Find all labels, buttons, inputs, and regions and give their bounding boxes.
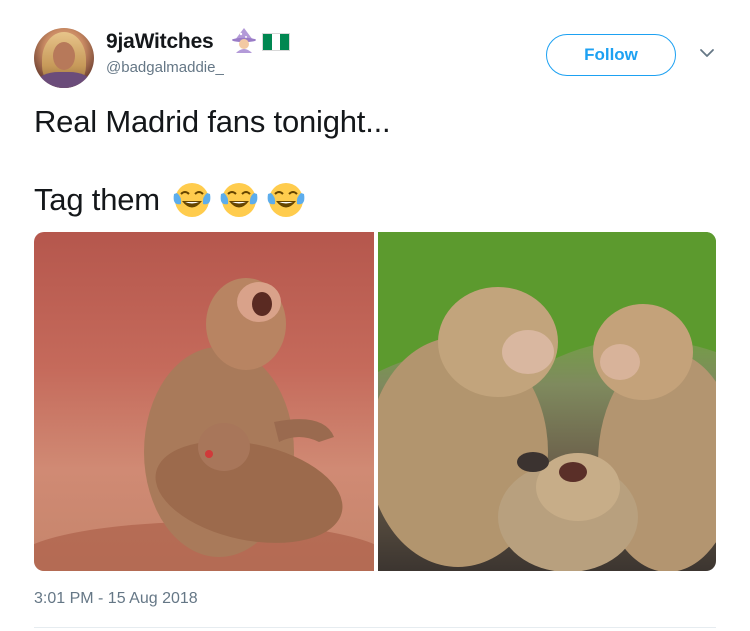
avatar[interactable]	[34, 28, 94, 88]
photo-monkeys-around-crying-monkey[interactable]	[378, 232, 716, 571]
monkey-illustration-right	[378, 232, 716, 571]
woman-mage-icon	[232, 28, 256, 53]
tweet-text-tag: Tag them	[34, 182, 160, 217]
face-with-tears-of-joy-icon	[267, 183, 305, 217]
nigeria-flag-icon	[262, 32, 290, 51]
tweet-text-line-1: Real Madrid fans tonight...	[34, 104, 391, 139]
tweet-text-line-2: Tag them	[34, 180, 306, 220]
face-with-tears-of-joy-icon	[220, 183, 258, 217]
emoji-row	[172, 180, 306, 220]
display-name[interactable]: 9jaWitches	[106, 30, 214, 54]
chevron-down-icon[interactable]	[699, 47, 715, 59]
photo-crying-monkey-holding-baby[interactable]	[34, 232, 374, 571]
divider	[34, 627, 716, 628]
monkey-illustration-left	[34, 278, 374, 571]
user-handle[interactable]: @badgalmaddie_	[106, 59, 224, 76]
media-grid	[34, 232, 716, 571]
name-badges	[230, 27, 290, 53]
follow-button[interactable]: Follow	[546, 34, 676, 76]
face-with-tears-of-joy-icon	[173, 183, 211, 217]
tweet-timestamp[interactable]: 3:01 PM - 15 Aug 2018	[34, 590, 198, 608]
tweet-card: 9jaWitches @badgalmaddie_ Follow Real Ma…	[0, 0, 750, 631]
